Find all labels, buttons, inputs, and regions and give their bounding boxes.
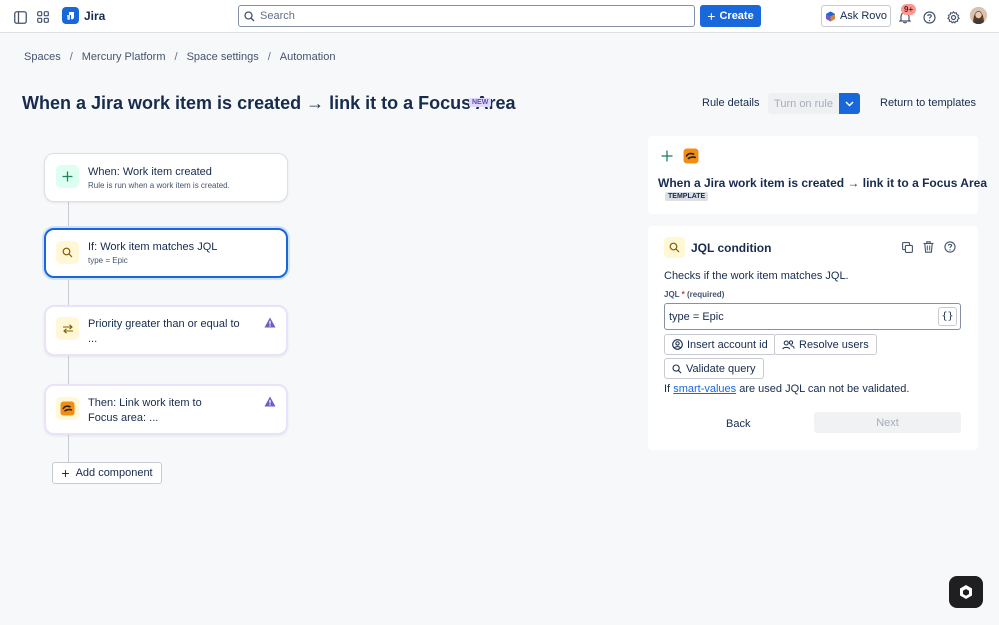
breadcrumb-separator: / [174,51,178,63]
help-icon[interactable] [944,241,956,253]
rovo-chat-button[interactable] [949,576,983,608]
plus-icon: + [707,8,716,24]
add-component-label: Add component [75,467,153,479]
add-component-button[interactable]: + Add component [52,462,162,484]
search-icon [672,363,682,373]
validate-query-button[interactable]: Validate query [664,358,764,379]
rovo-icon [825,11,835,21]
trash-icon[interactable] [922,241,934,253]
link-focus-area-title-line1: Then: Link work item to [88,397,202,409]
jql-condition-title: If: Work item matches JQL [88,241,218,253]
smart-values-button[interactable]: {} [938,307,957,326]
required-mark: * [681,290,685,299]
create-label: Create [719,10,754,22]
priority-condition-card[interactable]: Priority greater than or equal to ... [44,305,288,356]
trigger-title: When: Work item created [88,166,212,178]
turn-on-rule-button[interactable]: Turn on rule [768,93,839,114]
ask-rovo-label: Ask Rovo [839,10,888,22]
flow-connector [68,355,69,386]
breadcrumb-item[interactable]: Space settings [187,51,259,63]
return-to-templates-button[interactable]: Return to templates [880,97,976,109]
flow-connector [68,201,69,230]
focus-area-icon [683,148,699,169]
rule-details-button[interactable]: Rule details [702,97,759,109]
resolve-users-label: Resolve users [799,338,869,351]
link-focus-area-card[interactable]: Then: Link work item to Focus area: ... [44,384,288,435]
insert-account-id-label: Insert account id [687,338,768,351]
people-icon [782,339,795,349]
focus-area-icon [56,397,79,420]
jql-description: Checks if the work item matches JQL. [664,270,849,282]
trigger-card[interactable]: When: Work item created Rule is run when… [44,153,288,202]
top-navigation: Jira + Create Ask Rovo 9+ [0,0,999,33]
create-button[interactable]: + Create [700,5,761,27]
app-switcher-icon[interactable] [34,8,52,26]
jira-logo-icon [62,7,79,24]
duplicate-icon[interactable] [901,241,913,253]
plus-icon [56,165,79,188]
jql-input[interactable]: type = Epic {} [664,303,961,330]
jql-input-value: type = Epic [669,310,724,323]
turn-on-options-button[interactable] [839,93,860,114]
rovo-icon [960,585,972,599]
next-button[interactable]: Next [814,412,961,433]
swap-icon [56,317,79,340]
back-button[interactable]: Back [726,418,750,430]
breadcrumb-item[interactable]: Mercury Platform [82,51,166,63]
priority-condition-title-line2: ... [88,333,98,345]
jql-panel-title: JQL condition [691,241,772,255]
breadcrumb-item[interactable]: Spaces [24,51,61,63]
search-icon [244,10,255,21]
search-input[interactable] [260,10,680,22]
smart-values-note: If smart-values are used JQL can not be … [664,383,909,395]
help-icon[interactable] [920,8,938,26]
app-name: Jira [84,8,106,23]
priority-condition-title-line1: Priority greater than or equal to [88,318,240,330]
note-suffix: are used JQL can not be validated. [739,383,910,395]
flow-connector [68,277,69,307]
search-icon [664,237,685,258]
breadcrumb-separator: / [69,51,73,63]
plus-icon[interactable] [661,149,673,167]
note-prefix: If [664,383,671,395]
insert-account-id-button[interactable]: Insert account id [664,334,776,355]
jira-logo[interactable]: Jira [62,7,105,24]
search-box[interactable] [238,5,695,27]
summary-title: When a Jira work item is created → link … [658,176,987,190]
chevron-down-icon [845,100,854,107]
trigger-subtitle: Rule is run when a work item is created. [88,181,230,190]
breadcrumb-item[interactable]: Automation [280,51,336,63]
smart-values-link[interactable]: smart-values [673,383,736,395]
settings-gear-icon[interactable] [944,8,962,26]
plus-icon: + [61,465,70,481]
warning-icon [264,396,276,407]
jql-condition-panel: JQL condition Checks if the work item ma… [648,226,978,450]
template-badge: TEMPLATE [665,192,709,201]
resolve-users-button[interactable]: Resolve users [774,334,877,355]
warning-icon [264,317,276,328]
jql-label-text: JQL [664,290,680,299]
page-title: When a Jira work item is created → link … [22,93,516,113]
link-focus-area-title-line2: Focus area: ... [88,412,159,424]
breadcrumb: Spaces / Mercury Platform / Space settin… [24,51,335,63]
jql-condition-subtitle: type = Epic [88,256,128,265]
user-circle-icon [672,339,683,350]
required-text: (required) [687,290,725,299]
jql-field-label: JQL * (required) [664,290,724,299]
search-icon [56,241,79,264]
validate-query-label: Validate query [686,362,756,375]
jql-condition-card[interactable]: If: Work item matches JQL type = Epic [44,228,288,278]
flow-connector [68,434,69,462]
sidebar-toggle-icon[interactable] [11,8,29,26]
new-badge: NEW [469,98,492,107]
user-avatar[interactable] [970,7,987,24]
breadcrumb-separator: / [267,51,271,63]
rule-summary-panel: When a Jira work item is created → link … [648,136,987,214]
ask-rovo-button[interactable]: Ask Rovo [821,5,891,27]
notifications-badge: 9+ [901,4,917,15]
